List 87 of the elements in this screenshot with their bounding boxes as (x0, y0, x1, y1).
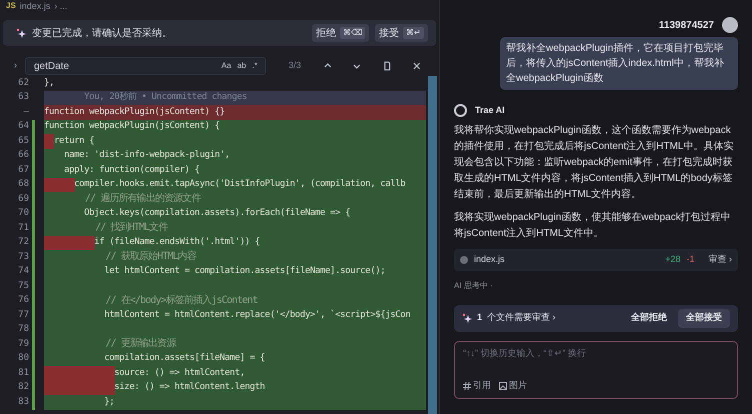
expand-toggle[interactable]: › (14, 59, 17, 73)
line-number: 78 (17, 323, 30, 336)
line-number: 62 (17, 76, 30, 90)
shortcut-key: ⌘⌫ (340, 27, 365, 39)
reference-button[interactable]: 引用 (463, 379, 491, 392)
line-number: 74 (17, 265, 30, 278)
accept-all-button[interactable]: 全部接受 (678, 308, 730, 328)
chat-input[interactable]: “↑↓” 切换历史输入，“⇧↵” 换行 引用 图片 (454, 340, 738, 398)
line-number: 70 (17, 207, 30, 220)
match-count: 3/3 (288, 59, 301, 72)
file-count: 1 (477, 311, 482, 324)
assistant-name: Trae AI (475, 104, 505, 117)
sparkle-icon (462, 313, 472, 323)
close-icon[interactable] (412, 61, 422, 71)
code-line: name: 'dist-info-webpack-plugin', (63, 151, 230, 160)
avatar (722, 17, 738, 33)
assistant-message: 我将实现webpackPlugin函数，使其能够在webpack打包过程中将jsContent注入到HTML文件中。 (454, 210, 732, 240)
code-line: Object.keys(compilation.assets).forEach(fileName => { (83, 209, 350, 218)
code-line: compilation.assets[fileName] = { (103, 354, 265, 364)
file-card[interactable]: index.js +28 -1 审查 › (454, 248, 738, 270)
reject-all-button[interactable]: 全部拒绝 (625, 308, 673, 328)
code-comment: // 更新输出资源 (104, 339, 176, 350)
image-icon (499, 382, 507, 390)
username: 1139874527 (658, 18, 714, 32)
user-message: 帮我补全webpackPlugin插件，它在项目打包完毕后，将传入的jsContent插入index.html中，帮我补全webpackPlugin函数 (500, 37, 738, 90)
code-comment: // 在</body>标签前插入jsContent (104, 296, 258, 306)
find-option[interactable]: Aa (221, 60, 232, 72)
code-line: function webpackPlugin(jsContent) { (44, 122, 220, 132)
code-line: return { (53, 136, 94, 146)
code-comment: // 获取原始HTML内容 (104, 252, 196, 262)
line-number: 72 (17, 236, 30, 249)
file-tab[interactable]: index.js (20, 2, 50, 10)
breadcrumb: › ... (54, 2, 68, 10)
document-icon[interactable] (382, 61, 392, 71)
line-number: 63 (17, 91, 30, 104)
line-number: 75 (17, 280, 30, 292)
line-number: 66 (17, 149, 30, 162)
added-count: +28 (665, 252, 680, 266)
line-number: 81 (17, 366, 30, 380)
line-number: 83 (17, 396, 30, 408)
image-button[interactable]: 图片 (499, 379, 527, 392)
file-name: index.js (474, 252, 506, 266)
line-number: 67 (17, 164, 30, 176)
scrollbar[interactable] (428, 76, 437, 414)
assistant-message: 我将帮你实现webpackPlugin函数，这个函数需要作为webpack的插件使用，在打包完成后将jsContent注入到HTML中。具体实现会包含以下功能：监听webpack的emit事件，在打包完成时获取生成的HTML文件内容，将jsContent插入到HTML的body标签结束前，最后更新输出的HTML文件内容。 (454, 124, 734, 202)
line-number: 73 (17, 250, 30, 264)
removed-count: -1 (686, 252, 694, 266)
assistant-avatar-icon (454, 104, 467, 118)
line-number: 76 (17, 294, 30, 307)
line-number: 71 (17, 222, 30, 234)
code-line: source: () => htmlContent, (113, 368, 245, 378)
line-number: 69 (17, 192, 30, 206)
code-line: compiler.hooks.emit.tapAsync('DistInfoPlugin', (compilation, callb (73, 180, 406, 190)
banner-button[interactable]: 接受 ⌘↵ (375, 24, 428, 42)
line-number: — (22, 106, 30, 118)
line-number: 80 (17, 352, 30, 365)
blame-annotation: You, 20秒前 • Uncommitted changes (83, 93, 247, 102)
code-line: }; (103, 398, 114, 407)
find-option[interactable]: ab (237, 60, 246, 72)
js-file-icon: JS (6, 2, 16, 10)
code-comment: // 遍历所有输出的资源文件 (84, 194, 200, 204)
review-link[interactable]: 审查 › (708, 252, 732, 266)
find-field[interactable]: getDate Aa ab .* (25, 57, 266, 75)
line-number: 79 (17, 338, 30, 350)
review-label[interactable]: 个文件需要审查 › (487, 311, 620, 325)
line-number: 77 (17, 308, 30, 322)
find-option[interactable]: .* (252, 60, 258, 72)
sparkle-icon (16, 28, 26, 38)
code-line: size: () => htmlContent.length (113, 383, 265, 392)
code-line: function webpackPlugin(jsContent) {} (44, 108, 225, 117)
code-line: htmlContent = htmlContent.replace('</body>', `<script>${jsCon (103, 310, 410, 320)
hash-icon (463, 382, 471, 390)
line-number: 64 (17, 120, 30, 133)
file-icon (460, 256, 468, 264)
code-comment: // 找到HTML文件 (94, 223, 168, 234)
line-number: 65 (17, 134, 30, 148)
line-number: 68 (17, 178, 30, 191)
banner-button[interactable]: 拒绝 ⌘⌫ (312, 24, 369, 42)
input-placeholder: “↑↓” 切换历史输入，“⇧↵” 换行 (463, 346, 587, 360)
code-line: if (fileName.endsWith('.html')) { (93, 238, 260, 248)
code-line: }, (44, 78, 54, 88)
thinking-status: AI 思考中 · (454, 280, 494, 292)
banner-message: 变更已完成，请确认是否采纳。 (32, 26, 173, 40)
code-line: let htmlContent = compilation.assets[fileName].source(); (103, 267, 386, 276)
line-number: 82 (17, 381, 30, 394)
shortcut-key: ⌘↵ (403, 27, 424, 39)
code-line: apply: function(compiler) { (63, 166, 200, 175)
